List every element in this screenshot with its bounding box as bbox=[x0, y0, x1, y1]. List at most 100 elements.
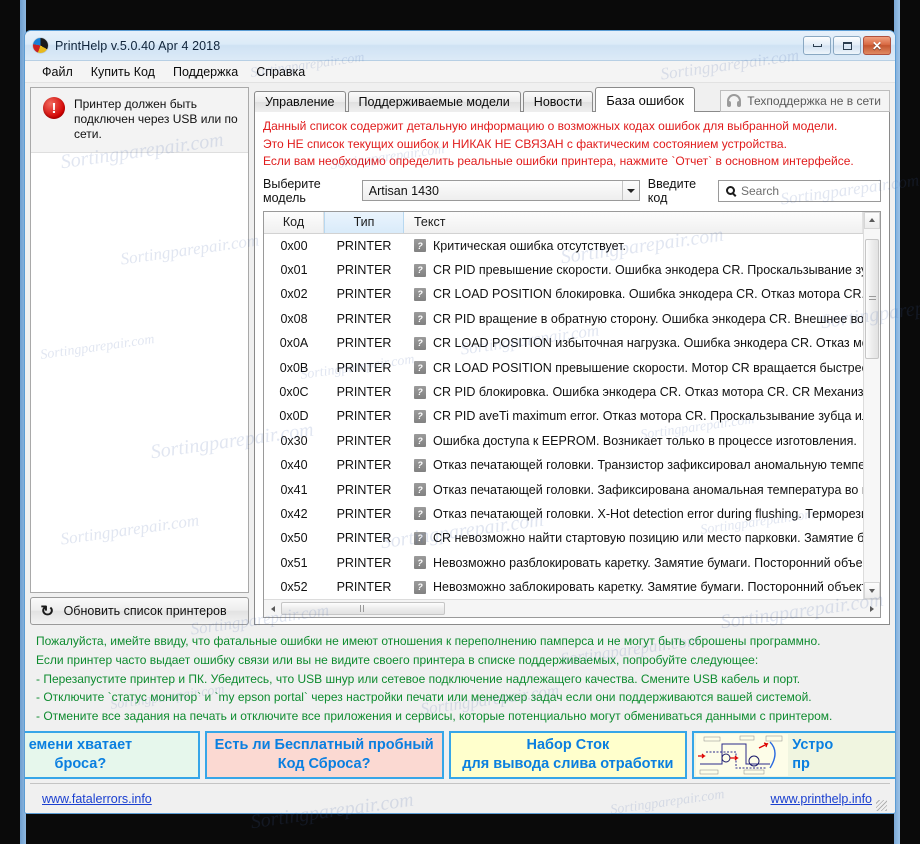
banner-strip: емени хватает броса? Есть ли Бесплатный п… bbox=[25, 731, 895, 779]
cell-code: 0x00 bbox=[280, 238, 308, 253]
menu-item-file[interactable]: Файл bbox=[33, 63, 82, 81]
cell-type: PRINTER bbox=[336, 458, 392, 473]
cell-text: ? Невозможно заблокировать каретку. Замят… bbox=[404, 580, 863, 594]
cell-text: ? Невозможно разблокировать каретку. Замя… bbox=[404, 556, 863, 570]
menu-bar: Файл Купить Код Поддержка Справка bbox=[25, 61, 895, 83]
tip-line-3: - Перезапустите принтер и ПК. Убедитесь,… bbox=[36, 671, 801, 686]
printhelp-logo-icon bbox=[33, 38, 48, 53]
missing-image-placeholder-icon: ? bbox=[414, 409, 426, 423]
table-row[interactable]: 0x30 PRINTER ? Ошибка доступа к EEPROM. Воз… bbox=[264, 429, 863, 453]
table-row[interactable]: 0x02 PRINTER? CR LOAD POSITION блокировка.… bbox=[264, 282, 863, 306]
missing-image-placeholder-icon: ? bbox=[414, 458, 426, 472]
chevron-down-icon bbox=[621, 181, 639, 200]
scroll-left-button[interactable] bbox=[264, 600, 281, 617]
column-header-text[interactable]: Текст bbox=[404, 211, 863, 233]
model-select-value: Artisan 1430 bbox=[368, 183, 439, 198]
search-icon bbox=[726, 186, 735, 195]
table-row[interactable]: 0x0A PRINTER? CR LOAD POSITION избыточная … bbox=[264, 331, 863, 355]
cell-text-label: Критическая ошибка отсутствует. bbox=[433, 238, 627, 253]
refresh-printers-button[interactable]: ↻ Обновить список принтеров bbox=[30, 597, 249, 626]
horizontal-scroll-track[interactable] bbox=[281, 601, 863, 616]
search-input[interactable]: Search bbox=[718, 179, 881, 202]
cell-text-label: Отказ печатающей головки. Транзистор заф… bbox=[433, 458, 863, 473]
cell-text: ? CR PID превышение скорости. Ошибка энко… bbox=[404, 263, 863, 277]
table-row[interactable]: 0x41 PRINTER? Отказ печатающей головки. За… bbox=[264, 477, 863, 501]
error-table: Код Тип Текст 0x00 PRINTER? Критическая ош… bbox=[263, 210, 881, 619]
close-button[interactable]: ✕ bbox=[863, 36, 891, 55]
maximize-button[interactable] bbox=[833, 36, 861, 55]
cell-type: PRINTER bbox=[336, 336, 392, 351]
scroll-right-button[interactable] bbox=[863, 600, 880, 617]
cell-code: 0x0A bbox=[279, 336, 309, 351]
right-panel: Управление Поддерживаемые модели Новости… bbox=[254, 87, 890, 626]
cell-text-label: Невозможно разблокировать каретку. Замят… bbox=[433, 555, 863, 570]
table-row[interactable]: 0x01 PRINTER? CR PID превышение скорости. … bbox=[264, 258, 863, 282]
banner-3[interactable]: Набор Сток для вывода слива отработки bbox=[448, 731, 688, 779]
notice-line-2: Это НЕ список текущих ошибок и НИКАК НЕ … bbox=[263, 136, 787, 151]
table-row[interactable]: 0x0C PRINTER? CR PID блокировка. Ошибка эн… bbox=[264, 380, 863, 404]
table-row[interactable]: 0x0D PRINTER? CR PID aveTi maximum error. … bbox=[264, 404, 863, 428]
banner-1-line2: броса? bbox=[54, 756, 107, 772]
tab-management[interactable]: Управление bbox=[254, 91, 346, 112]
link-fatalerrors[interactable]: www.fatalerrors.info bbox=[42, 792, 152, 806]
table-horizontal-scrollbar[interactable] bbox=[264, 599, 880, 618]
table-row[interactable]: 0x50 PRINTER? CR невозможно найти стартову… bbox=[264, 526, 863, 550]
table-row[interactable]: 0x00 PRINTER? Критическая ошибка отсутству… bbox=[264, 234, 863, 258]
cell-text-label: CR LOAD POSITION избыточная нагрузка. Ош… bbox=[433, 336, 863, 351]
minimize-button[interactable] bbox=[803, 36, 831, 55]
window-controls: ✕ bbox=[803, 36, 891, 55]
tab-strip: Управление Поддерживаемые модели Новости… bbox=[254, 87, 890, 112]
cell-code: 0x50 bbox=[280, 531, 308, 546]
table-row[interactable]: 0x42 PRINTER? Отказ печатающей головки. X-… bbox=[264, 502, 863, 526]
model-select[interactable]: Artisan 1430 bbox=[361, 180, 640, 201]
cell-text-label: CR PID блокировка. Ошибка энкодера CR. О… bbox=[433, 385, 863, 400]
cell-code: 0x30 bbox=[280, 433, 308, 448]
printer-list-box: ! Принтер должен быть подключен через US… bbox=[30, 87, 249, 594]
missing-image-placeholder-icon: ? bbox=[414, 556, 426, 570]
table-row[interactable]: 0x52 PRINTER? Невозможно заблокировать кар… bbox=[264, 575, 863, 599]
notice-line-1: Данный список содержит детальную информа… bbox=[263, 119, 838, 133]
application-window: PrintHelp v.5.0.40 Apr 4 2018 ✕ Файл Куп… bbox=[24, 30, 896, 814]
title-bar: PrintHelp v.5.0.40 Apr 4 2018 ✕ bbox=[25, 31, 895, 61]
table-row[interactable]: 0x08 PRINTER? CR PID вращение в обратную с… bbox=[264, 307, 863, 331]
scroll-down-button[interactable] bbox=[864, 582, 880, 600]
column-header-type[interactable]: Тип bbox=[324, 211, 404, 233]
scroll-up-button[interactable] bbox=[864, 211, 880, 229]
banner-4[interactable]: Устро пр bbox=[692, 731, 895, 779]
table-vertical-scrollbar[interactable] bbox=[863, 211, 880, 600]
banner-1[interactable]: емени хватает броса? bbox=[25, 731, 200, 779]
menu-item-help[interactable]: Справка bbox=[247, 63, 314, 81]
cell-code: 0x42 bbox=[280, 506, 308, 521]
menu-item-buy-code[interactable]: Купить Код bbox=[82, 63, 164, 81]
cell-text-label: CR PID aveTi maximum error. Отказ мотора… bbox=[433, 409, 863, 424]
menu-item-support[interactable]: Поддержка bbox=[164, 63, 247, 81]
resize-grip-icon[interactable] bbox=[876, 800, 887, 811]
cell-type: PRINTER bbox=[336, 482, 392, 497]
printer-list-empty-area[interactable] bbox=[31, 153, 248, 593]
horizontal-scroll-thumb[interactable] bbox=[281, 602, 445, 616]
link-printhelp[interactable]: www.printhelp.info bbox=[771, 792, 872, 806]
notice-line-3: Если вам необходимо определить реальные … bbox=[263, 154, 854, 168]
main-split: ! Принтер должен быть подключен через US… bbox=[30, 87, 890, 626]
column-header-code[interactable]: Код bbox=[264, 211, 324, 233]
cell-type: PRINTER bbox=[336, 385, 392, 400]
tip-line-5: - Отмените все задания на печать и отклю… bbox=[36, 708, 833, 723]
cell-type: PRINTER bbox=[336, 580, 392, 595]
error-table-columns: Код Тип Текст 0x00 PRINTER? Критическая ош… bbox=[264, 211, 863, 600]
cell-code: 0x40 bbox=[280, 458, 308, 473]
table-row[interactable]: 0x40 PRINTER? Отказ печатающей головки. Тр… bbox=[264, 453, 863, 477]
tab-news[interactable]: Новости bbox=[522, 91, 594, 112]
tip-line-4: - Отключите `статус монитор` и `my epson… bbox=[36, 690, 812, 705]
vertical-scroll-thumb[interactable] bbox=[865, 238, 879, 359]
tab-supported-models[interactable]: Поддерживаемые модели bbox=[347, 91, 521, 112]
table-row[interactable]: 0x51 PRINTER? Невозможно разблокировать ка… bbox=[264, 551, 863, 575]
tab-error-database[interactable]: База ошибок bbox=[595, 87, 695, 112]
cell-type: PRINTER bbox=[336, 506, 392, 521]
banner-2[interactable]: Есть ли Бесплатный пробный Код Сброса? bbox=[204, 731, 444, 779]
table-row[interactable]: 0x0B PRINTER? CR LOAD POSITION превышение … bbox=[264, 355, 863, 379]
vertical-scroll-track[interactable] bbox=[864, 228, 880, 583]
cell-type: PRINTER bbox=[336, 433, 392, 448]
cell-text: ? CR PID aveTi maximum error. Отказ мотор… bbox=[404, 409, 863, 423]
table-header-row: Код Тип Текст bbox=[264, 211, 863, 234]
cell-text: ? Ошибка доступа к EEPROM. Возникает толь… bbox=[404, 434, 863, 448]
